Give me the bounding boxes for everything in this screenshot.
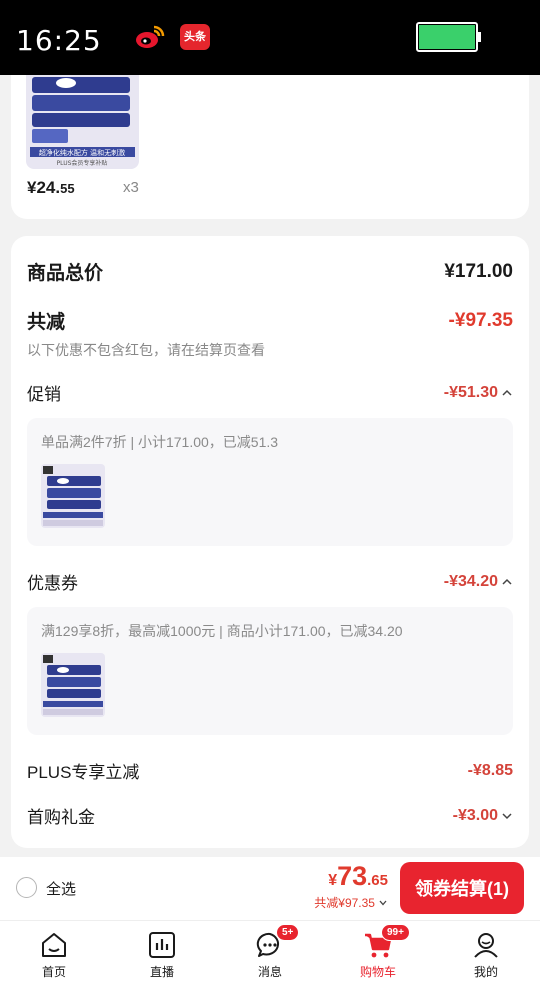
live-chart-icon (149, 932, 175, 958)
battery-icon (416, 22, 481, 52)
profile-icon (474, 933, 498, 958)
coupon-value: -¥34.20 (443, 572, 498, 590)
messages-badge: 5+ (276, 924, 300, 941)
plus-discount-row: PLUS专享立减 -¥8.85 (27, 758, 513, 783)
svg-text:超净化纯水配方 温和无刺激: 超净化纯水配方 温和无刺激 (39, 148, 125, 157)
promo-label: 促销 (27, 385, 61, 404)
cart-badge: 99+ (381, 924, 410, 941)
promo-row[interactable]: 促销 -¥51.30 (27, 380, 513, 405)
weibo-icon (136, 25, 165, 48)
tab-cart[interactable]: 99+ 购物车 (324, 921, 432, 987)
coupon-detail: 满129享8折，最高减1000元 | 商品小计171.00，已减34.20 (27, 607, 513, 735)
chevron-up-icon[interactable] (501, 387, 513, 399)
tab-messages[interactable]: 5+ 消息 (216, 921, 324, 987)
home-icon (42, 933, 66, 957)
checkout-button[interactable]: 领券结算(1) (400, 862, 524, 914)
total-reduce-label: 共减 (27, 312, 66, 333)
tab-home[interactable]: 首页 (0, 921, 108, 987)
checkout-bar: 全选 ¥73.65 共减¥97.35 领券结算(1) (0, 857, 540, 920)
tab-profile[interactable]: 我的 (432, 921, 540, 987)
discount-note: 以下优惠不包含红包，请在结算页查看 (27, 342, 265, 358)
toutiao-icon: 头条 (180, 24, 210, 50)
first-purchase-label: 首购礼金 (27, 808, 95, 827)
chevron-down-icon[interactable] (378, 898, 388, 908)
coupon-product-thumbnail[interactable] (41, 653, 105, 717)
price-summary-card: 商品总价 ¥171.00 共减 -¥97.35 以下优惠不包含红包，请在结算页查… (11, 236, 529, 848)
coupon-label: 优惠券 (27, 574, 78, 593)
total-reduce-row: 共减 -¥97.35 (27, 307, 513, 334)
chevron-up-icon[interactable] (501, 576, 513, 588)
first-purchase-value: -¥3.00 (452, 806, 498, 824)
checkout-total: ¥73.65 (328, 861, 388, 891)
chevron-down-icon[interactable] (501, 810, 513, 822)
svg-text:PLUS会员专享补贴: PLUS会员专享补贴 (57, 159, 108, 167)
total-price-label: 商品总价 (27, 263, 104, 284)
status-time: 16:25 (16, 24, 102, 57)
status-bar: 16:25 头条 (0, 0, 540, 75)
total-price-value: ¥171.00 (444, 260, 513, 282)
promo-detail: 单品满2件7折 | 小计171.00，已减51.3 (27, 418, 513, 546)
promo-product-thumbnail[interactable] (41, 464, 105, 528)
plus-discount-label: PLUS专享立减 (27, 763, 140, 782)
total-price-row: 商品总价 ¥171.00 (27, 258, 513, 285)
bottom-tab-bar: 首页 直播 5+ 消息 99+ 购物车 我的 (0, 920, 540, 987)
promo-value: -¥51.30 (443, 383, 498, 401)
total-reduce-value: -¥97.35 (448, 309, 513, 331)
product-quantity: x3 (123, 179, 139, 196)
plus-discount-value: -¥8.85 (467, 761, 513, 779)
promo-detail-text: 单品满2件7折 | 小计171.00，已减51.3 (41, 434, 279, 450)
first-purchase-row[interactable]: 首购礼金 -¥3.00 (27, 803, 513, 828)
product-thumbnail[interactable]: 超净化纯水配方 温和无刺激 PLUS会员专享补贴 (26, 75, 139, 169)
checkout-saved[interactable]: 共减¥97.35 (314, 894, 388, 911)
select-all-label[interactable]: 全选 (46, 878, 76, 899)
select-all-radio[interactable] (16, 877, 37, 898)
product-price: ¥24.55 (27, 178, 75, 197)
tab-live[interactable]: 直播 (108, 921, 216, 987)
product-card: 超净化纯水配方 温和无刺激 PLUS会员专享补贴 ¥24.55 x3 (11, 75, 529, 219)
coupon-row[interactable]: 优惠券 -¥34.20 (27, 569, 513, 594)
coupon-detail-text: 满129享8折，最高减1000元 | 商品小计171.00，已减34.20 (41, 623, 403, 639)
